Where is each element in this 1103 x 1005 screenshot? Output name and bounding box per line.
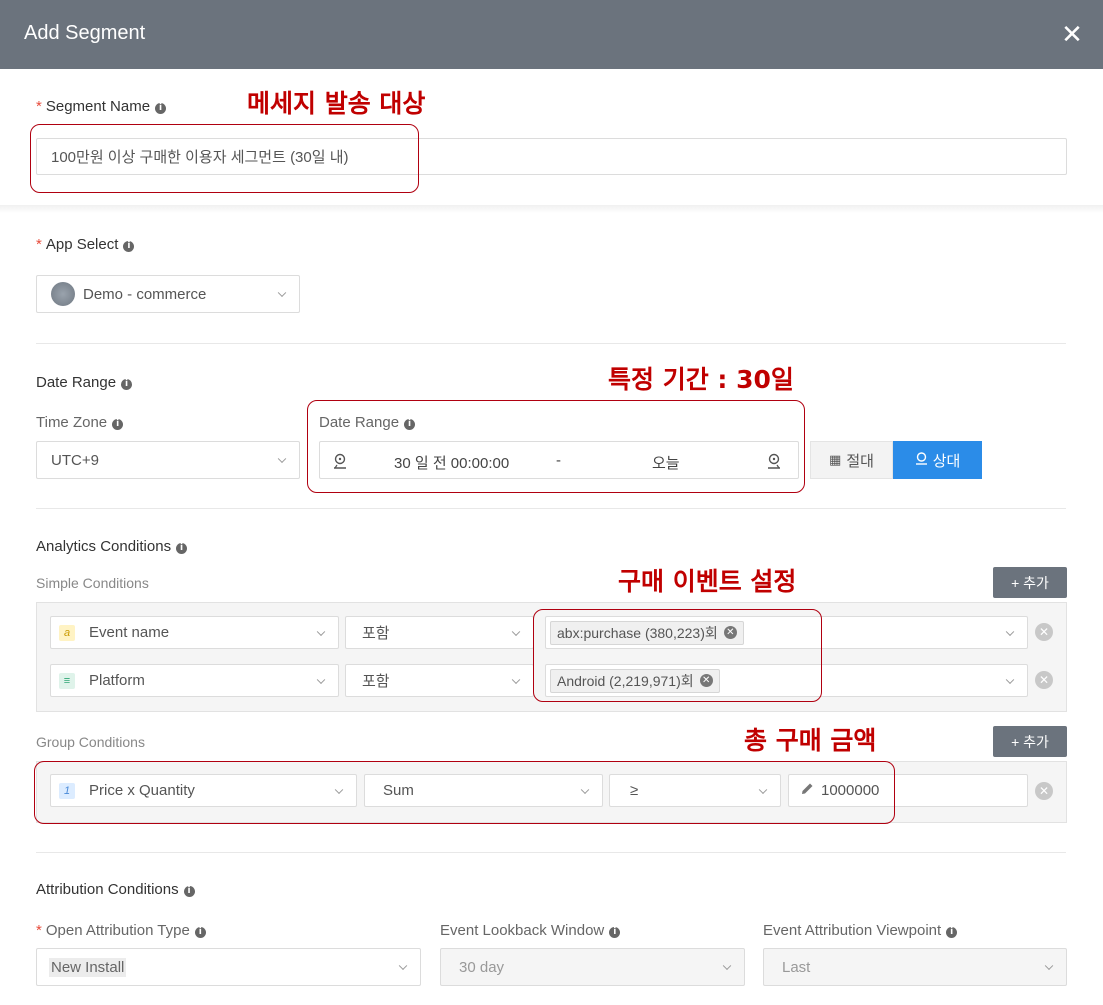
time-zone-value: UTC+9: [51, 451, 99, 469]
time-zone-label: Time Zone i: [36, 414, 124, 431]
chevron-down-icon: [316, 675, 326, 684]
divider: [36, 508, 1066, 509]
section-shadow: [0, 205, 1103, 213]
time-zone-dropdown[interactable]: UTC+9: [36, 441, 300, 479]
clock-icon: [915, 451, 928, 469]
segment-name-annotation: 메세지 발송 대상: [247, 89, 426, 118]
analytics-section-label: Analytics Conditions i: [36, 538, 188, 555]
app-avatar: [51, 282, 75, 306]
relative-date-button[interactable]: 상대: [893, 441, 982, 479]
modal-title: Add Segment: [24, 22, 146, 44]
modal-header: Add Segment ✕: [0, 0, 1103, 69]
info-icon: i: [183, 886, 195, 897]
info-icon: i: [121, 379, 133, 390]
simple-conditions-annotation: 구매 이벤트 설정: [618, 567, 797, 596]
app-select-label: * App Select i: [36, 236, 135, 253]
date-range-section-label: Date Range i: [36, 374, 133, 391]
segment-name-highlight: [30, 124, 419, 193]
event-lookback-window-select[interactable]: 30 day: [440, 948, 745, 986]
text-type-icon: a: [59, 624, 75, 641]
event-attribution-viewpoint-select[interactable]: Last: [763, 948, 1067, 986]
simple-row-2-operator-select[interactable]: 포함: [345, 664, 534, 697]
simple-conditions-highlight: [533, 609, 822, 702]
info-icon: i: [155, 103, 167, 114]
chevron-down-icon: [511, 675, 521, 684]
chevron-down-icon: [1044, 961, 1054, 971]
group-conditions-annotation: 총 구매 금액: [744, 726, 877, 755]
date-range-annotation: 특정 기간 : 30일: [608, 365, 794, 394]
info-icon: i: [112, 419, 124, 430]
app-select-dropdown[interactable]: Demo - commerce: [36, 275, 300, 313]
chevron-down-icon: [722, 961, 732, 971]
info-icon: i: [176, 543, 188, 554]
app-select-value: Demo - commerce: [83, 285, 207, 303]
divider: [36, 852, 1066, 853]
remove-condition-icon[interactable]: ✕: [1035, 671, 1053, 689]
simple-row-1-operator-select[interactable]: 포함: [345, 616, 534, 649]
close-icon[interactable]: ✕: [1058, 20, 1086, 48]
chevron-down-icon: [1005, 627, 1015, 636]
open-attribution-type-label: * Open Attribution Type i: [36, 922, 206, 939]
info-icon: i: [194, 927, 206, 938]
chevron-down-icon: [277, 288, 287, 298]
event-attribution-viewpoint-label: Event Attribution Viewpoint i: [763, 922, 958, 939]
segment-name-label: * Segment Name i: [36, 98, 167, 115]
open-attribution-type-select[interactable]: New Install: [36, 948, 421, 986]
remove-condition-icon[interactable]: ✕: [1035, 782, 1053, 800]
chevron-down-icon: [398, 961, 408, 971]
simple-conditions-label: Simple Conditions: [36, 575, 149, 591]
info-icon: i: [123, 241, 135, 252]
group-conditions-highlight: [34, 761, 895, 824]
date-range-highlight: [307, 400, 805, 493]
add-group-condition-button[interactable]: + 추가: [993, 726, 1067, 757]
simple-row-2-field-select[interactable]: ≡ Platform: [50, 664, 339, 697]
chevron-down-icon: [511, 627, 521, 636]
chevron-down-icon: [316, 627, 326, 636]
info-icon: i: [946, 927, 958, 938]
remove-condition-icon[interactable]: ✕: [1035, 623, 1053, 641]
chevron-down-icon: [277, 454, 287, 464]
simple-row-1-field-select[interactable]: a Event name: [50, 616, 339, 649]
group-conditions-label: Group Conditions: [36, 734, 145, 750]
event-lookback-window-label: Event Lookback Window i: [440, 922, 621, 939]
divider: [36, 343, 1066, 344]
attribution-section-label: Attribution Conditions i: [36, 881, 195, 898]
absolute-date-button[interactable]: ▦ 절대: [810, 441, 893, 479]
add-simple-condition-button[interactable]: + 추가: [993, 567, 1067, 598]
list-type-icon: ≡: [59, 672, 75, 689]
calendar-icon: ▦: [829, 452, 842, 467]
info-icon: i: [609, 927, 621, 938]
chevron-down-icon: [1005, 675, 1015, 684]
